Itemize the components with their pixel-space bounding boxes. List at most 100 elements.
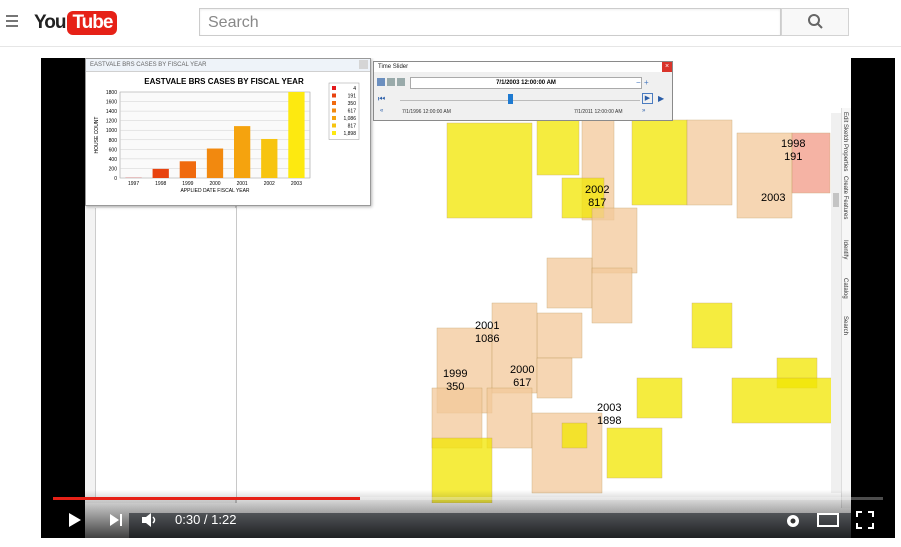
time-slider-title: Time Slider: [378, 64, 409, 70]
next-button[interactable]: [109, 513, 125, 527]
search-input[interactable]: Search: [199, 8, 781, 36]
map-label-count: 817: [588, 197, 607, 209]
go-to-end-icon[interactable]: ▶: [658, 94, 664, 103]
legend-swatch: [332, 131, 336, 135]
map-scrollbar[interactable]: [831, 113, 841, 493]
parcel-block: [536, 312, 583, 359]
map-label-year: 2003: [761, 192, 786, 204]
side-tab-catalog[interactable]: Catalog: [842, 278, 848, 312]
x-tick-label: 1998: [155, 181, 166, 187]
map-label-count: 350: [446, 381, 465, 393]
side-tab-search[interactable]: Search: [842, 316, 848, 350]
time-slider-thumb[interactable]: [508, 94, 513, 104]
x-tick-label: 2000: [209, 181, 220, 187]
y-tick-label: 600: [109, 147, 118, 153]
chart-window-close-button[interactable]: [359, 60, 368, 69]
parcel-block: [606, 427, 663, 479]
toc-inner-pane: [95, 208, 236, 498]
legend-label: 191: [348, 94, 357, 100]
settings-gear-icon[interactable]: [784, 512, 802, 530]
parcel-block: [631, 119, 688, 206]
play-button[interactable]: [67, 512, 83, 528]
parcel-block: [686, 119, 733, 206]
bar-1999: [179, 161, 196, 178]
y-tick-label: 800: [109, 138, 118, 144]
y-axis-label: HOUSE COUNT: [94, 117, 100, 154]
bar-chart: EASTVALE BRS CASES BY FISCAL YEAR 0 200 400…: [94, 77, 360, 194]
slider-end-time: 7/1/2011 12:00:00 AM: [574, 109, 623, 115]
parcel-block: [486, 387, 533, 449]
chart-window-titlebar[interactable]: EASTVALE BRS CASES BY FISCAL YEAR: [86, 59, 370, 72]
bar-2001: [234, 126, 251, 178]
chart-window[interactable]: EASTVALE BRS CASES BY FISCAL YEAR EASTVA…: [85, 58, 371, 206]
x-tick-label: 2003: [291, 181, 302, 187]
parcel-block: [536, 357, 573, 399]
y-tick-label: 200: [109, 166, 118, 172]
logo-tube-text: Tube: [67, 11, 118, 35]
parcel-block: [561, 422, 588, 449]
parcel-block: [691, 302, 733, 349]
time-slider-window[interactable]: Time Slider × 7/1/2003 12:00:00 AM + − ⏮…: [373, 61, 673, 121]
side-tab-edit-sketch[interactable]: Edit Sketch Properties: [842, 112, 848, 172]
map-label-year: 1999: [443, 368, 468, 380]
go-to-start-icon[interactable]: ⏮: [378, 94, 385, 104]
parcel-block: [731, 377, 833, 424]
search-icon: [808, 14, 823, 29]
back-icon[interactable]: «: [380, 108, 383, 114]
time-slider-close-button[interactable]: ×: [662, 62, 672, 72]
map-scrollbar-thumb[interactable]: [833, 193, 839, 207]
legend-label: 617: [348, 109, 357, 115]
y-tick-label: 0: [114, 176, 117, 182]
time-slider-titlebar[interactable]: Time Slider ×: [374, 62, 672, 72]
current-time-field[interactable]: 7/1/2003 12:00:00 AM: [410, 77, 642, 89]
bar-2003: [288, 92, 305, 178]
x-tick-label: 1997: [128, 181, 139, 187]
video-player[interactable]: Edit Sketch Properties Create Features I…: [41, 58, 895, 538]
side-tab-create-features[interactable]: Create Features: [842, 176, 848, 236]
map-label-year: 2001: [475, 320, 500, 332]
x-tick-label: 2001: [237, 181, 248, 187]
parcel-block: [546, 257, 593, 309]
map-label-count: 191: [784, 151, 803, 163]
legend-swatch: [332, 123, 336, 128]
progress-bar[interactable]: [53, 497, 883, 500]
bar-2002: [261, 138, 278, 178]
side-tab-identify[interactable]: Identify: [842, 240, 848, 274]
map-label-year: 2000: [510, 364, 535, 376]
theater-mode-icon[interactable]: [817, 513, 839, 527]
time-display: 0:30 / 1:22: [175, 512, 237, 527]
play-icon[interactable]: ▶: [642, 93, 653, 104]
youtube-logo[interactable]: You Tube: [34, 9, 118, 37]
x-tick-label: 1999: [182, 181, 193, 187]
y-tick-label: 1600: [106, 100, 117, 106]
map-label-count: 1086: [475, 333, 500, 345]
x-tick-label: 2002: [264, 181, 275, 187]
map-label-count: 1898: [597, 415, 622, 427]
y-tick-label: 1000: [106, 128, 117, 134]
slider-start-time: 7/1/1996 12:00:00 AM: [402, 109, 451, 115]
menu-icon[interactable]: [6, 15, 18, 27]
map-label-2003-south: 2003 1898: [597, 402, 621, 428]
map-label-2000: 2000 617: [510, 364, 534, 390]
search-button[interactable]: [781, 8, 849, 36]
zoom-in-icon[interactable]: +: [644, 78, 649, 87]
video-frame: Edit Sketch Properties Create Features I…: [85, 58, 851, 538]
legend-swatch: [332, 101, 336, 105]
legend-swatch: [332, 108, 336, 113]
legend-swatch: [332, 93, 336, 98]
legend-label: 350: [348, 101, 357, 107]
slider-toolbar-icons[interactable]: [377, 77, 407, 87]
map-label-count: 617: [513, 377, 532, 389]
parcel-block: [536, 119, 580, 176]
legend-swatch: [332, 86, 336, 90]
zoom-out-icon[interactable]: −: [636, 78, 641, 87]
y-tick-label: 1200: [106, 119, 117, 125]
legend-label: 4: [353, 86, 356, 92]
volume-icon[interactable]: [141, 513, 159, 527]
time-slider-track[interactable]: [400, 100, 640, 101]
forward-icon[interactable]: »: [642, 108, 645, 114]
parcel-block: [636, 377, 683, 419]
y-tick-label: 400: [109, 157, 118, 163]
fullscreen-icon[interactable]: [856, 511, 874, 529]
map-label-year: 1998: [781, 138, 806, 150]
